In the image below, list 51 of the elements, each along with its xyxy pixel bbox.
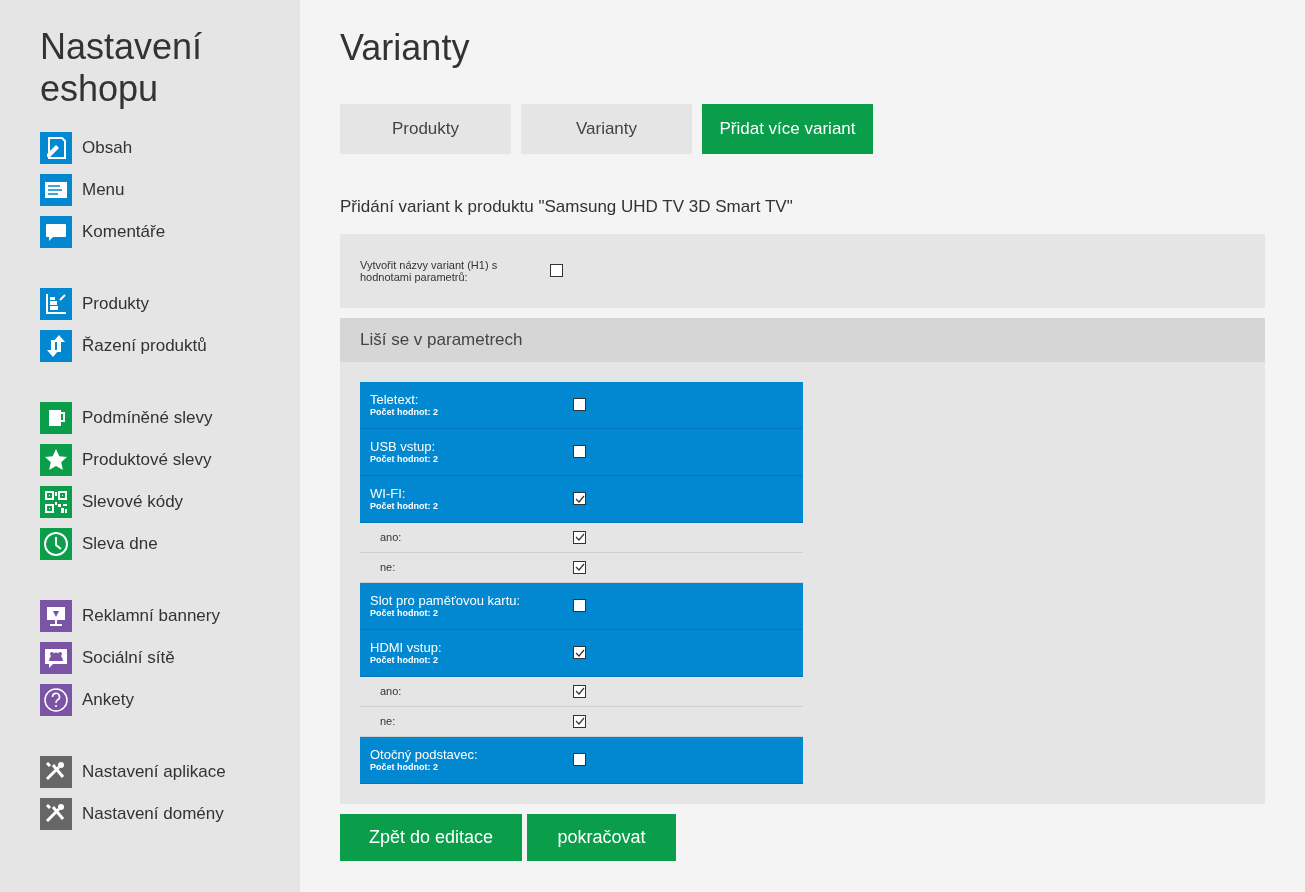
continue-button[interactable]: pokračovat: [527, 813, 676, 861]
checkbox[interactable]: [573, 398, 586, 411]
checkbox[interactable]: [573, 684, 586, 698]
sidebar-item[interactable]: Obsah: [40, 132, 300, 164]
value-name: ne:: [380, 713, 397, 729]
parameter-name: HDMI vstup:: [370, 639, 443, 655]
sidebar-title: Nastavení eshopu: [40, 26, 204, 110]
section-title: Liší se v parametrech: [360, 328, 523, 351]
checkbox[interactable]: [573, 492, 586, 505]
parameter-name: WI-FI:: [370, 485, 407, 501]
tab[interactable]: Varianty: [521, 104, 692, 154]
tab[interactable]: Přidat více variant: [702, 104, 873, 154]
value-count: Počet hodnot: 2: [370, 406, 439, 418]
sidebar-item[interactable]: Nastavení domény: [40, 798, 300, 830]
checkbox[interactable]: [573, 599, 586, 612]
checkbox[interactable]: [573, 646, 586, 659]
sidebar-item[interactable]: Menu: [40, 174, 300, 206]
sidebar-item[interactable]: Ankety: [40, 684, 300, 716]
value-name: ne:: [380, 559, 397, 575]
page-title: Varianty: [340, 26, 471, 70]
sidebar-item[interactable]: Sleva dne: [40, 528, 300, 560]
option-label: Vytvořit názvy variant (H1) s hodnotami parametrů:: [360, 258, 499, 283]
tab[interactable]: Produkty: [340, 104, 511, 154]
checkbox[interactable]: [573, 714, 586, 728]
checkbox[interactable]: [573, 753, 586, 766]
subtitle: Přidání variant k produktu "Samsung UHD TV 3D Smart TV": [340, 196, 794, 218]
sidebar-item[interactable]: Komentáře: [40, 216, 300, 248]
value-count: Počet hodnot: 2: [370, 607, 438, 619]
value-count: Počet hodnot: 2: [370, 654, 438, 666]
sidebar-item[interactable]: Podmíněné slevy: [40, 402, 300, 434]
checkbox[interactable]: [573, 560, 586, 574]
sidebar-item[interactable]: Nastavení aplikace: [40, 756, 300, 788]
parameter-name: Teletext:: [370, 391, 420, 407]
sidebar-item[interactable]: Reklamní bannery: [40, 600, 300, 632]
sidebar-item[interactable]: Slevové kódy: [40, 486, 300, 518]
sidebar-item[interactable]: Produktové slevy: [40, 444, 300, 476]
value-name: ano:: [380, 529, 403, 545]
value-name: ano:: [380, 683, 403, 699]
checkbox[interactable]: [573, 445, 586, 458]
back-button[interactable]: Zpět do editace: [340, 813, 522, 861]
sidebar-item[interactable]: Řazení produktů: [40, 330, 300, 362]
parameter-name: USB vstup:: [370, 438, 437, 454]
checkbox[interactable]: [573, 530, 586, 544]
checkbox[interactable]: [550, 264, 563, 277]
value-count: Počet hodnot: 2: [370, 500, 439, 512]
parameter-name: Slot pro paměťovou kartu:: [370, 592, 522, 608]
parameter-name: Otočný podstavec:: [370, 746, 479, 762]
value-count: Počet hodnot: 2: [370, 761, 438, 773]
value-count: Počet hodnot: 2: [370, 453, 439, 465]
sidebar-item[interactable]: Produkty: [40, 288, 300, 320]
sidebar-item[interactable]: Sociální sítě: [40, 642, 300, 674]
